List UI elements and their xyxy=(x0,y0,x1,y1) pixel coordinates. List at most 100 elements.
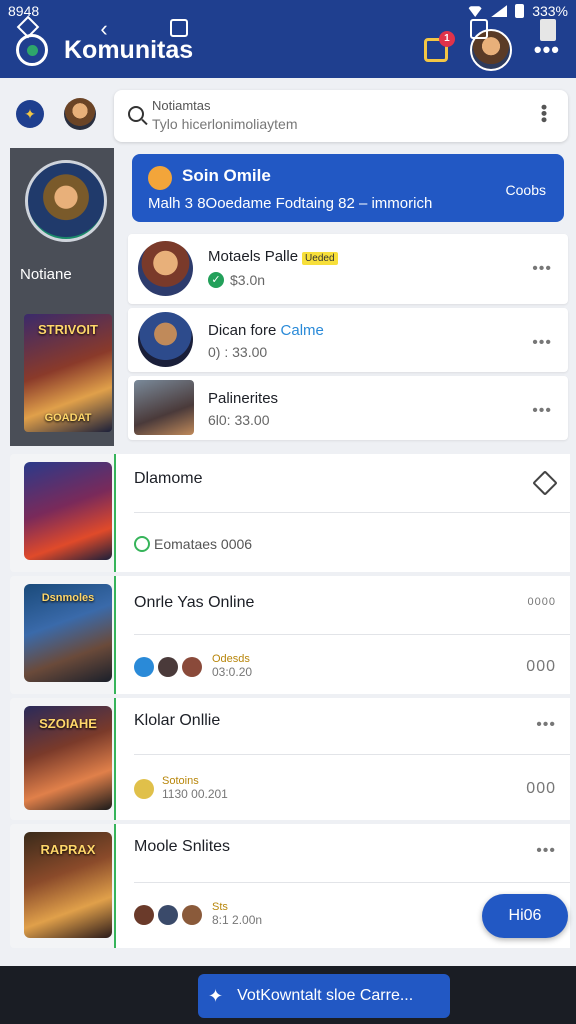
notification-button[interactable]: 1 xyxy=(423,31,455,62)
participant-avatar xyxy=(182,656,202,677)
promo-icon xyxy=(148,166,172,190)
battery-percent: 333% xyxy=(532,3,568,19)
item-title-highlight: Calme xyxy=(280,322,324,339)
row-divider xyxy=(134,882,570,883)
row-cover-image[interactable]: Dsnmoles xyxy=(24,584,112,682)
list-item[interactable]: Palinerites 6l0: 33.00 ••• xyxy=(128,376,568,440)
row-more-icon[interactable]: 000 xyxy=(526,658,556,676)
row-cover-image[interactable] xyxy=(24,462,112,560)
compose-pill-button[interactable]: ✦ VotKowntalt sloe Carre... xyxy=(198,974,450,1018)
featured-badge-image[interactable] xyxy=(25,160,107,242)
item-subtitle: ✓ $3.0n xyxy=(208,272,265,288)
row-right-text: 0000 xyxy=(527,596,556,608)
app-logo-icon xyxy=(16,34,48,66)
table-row[interactable]: Dsnmoles Onrle Yas Online 0000 Odesds 03… xyxy=(10,576,570,694)
row-cover-panel xyxy=(10,454,114,572)
signal-icon xyxy=(491,5,508,17)
status-bar: 8948 333% xyxy=(0,0,576,22)
row-more-icon[interactable]: ••• xyxy=(536,842,556,860)
row-content: Klolar Onllie ••• Sotoins 1130 00.201 00… xyxy=(114,698,570,820)
item-tag: Ueded xyxy=(302,252,338,265)
sparkle-icon: ✦ xyxy=(208,985,224,1006)
row-participants: Sotoins 1130 00.201 xyxy=(134,776,228,801)
battery-icon xyxy=(515,4,525,18)
row-content: Onrle Yas Online 0000 Odesds 03:0.20 000 xyxy=(114,576,570,694)
search-card[interactable]: Notiamtas Tylo hicerlonimoliaytem ••• xyxy=(114,90,568,142)
row-subtitle-text: Eomataes 0006 xyxy=(154,536,253,552)
promo-action-button[interactable]: Coobs xyxy=(506,182,546,198)
item-subtitle: 0) : 33.00 xyxy=(208,344,268,360)
participant-avatar xyxy=(134,778,154,799)
search-more-icon[interactable]: ••• xyxy=(533,104,554,123)
item-title: Dican fore Calme xyxy=(208,322,324,339)
item-more-icon[interactable]: ••• xyxy=(532,260,552,278)
row-divider xyxy=(134,512,570,513)
featured-label: Notiane xyxy=(20,266,72,283)
featured-panel: Notiane STRIVOIT GOADAT xyxy=(10,148,114,446)
row-title: Onrle Yas Online xyxy=(134,594,255,611)
row-more-icon[interactable]: ••• xyxy=(536,716,556,734)
list-item[interactable]: Motaels Palle Ueded ✓ $3.0n ••• xyxy=(128,234,568,304)
cover-title-text: STRIVOIT xyxy=(38,322,98,337)
user-avatar[interactable] xyxy=(64,98,96,130)
search-label: Notiamtas xyxy=(152,98,211,113)
cover-title-text: RAPRAX xyxy=(40,842,96,857)
search-input[interactable]: Tylo hicerlonimoliaytem xyxy=(152,116,298,132)
item-avatar xyxy=(138,312,193,367)
participants-tag: Sotoins xyxy=(162,775,199,787)
check-icon: ✓ xyxy=(208,272,224,288)
item-more-icon[interactable]: ••• xyxy=(532,402,552,420)
table-row[interactable]: SZOIAHE Klolar Onllie ••• Sotoins 1130 0… xyxy=(10,698,570,820)
row-title: Klolar Onllie xyxy=(134,712,221,729)
participant-avatar xyxy=(134,904,154,925)
notification-badge: 1 xyxy=(438,31,455,47)
row-subtitle: Eomataes 0006 xyxy=(134,536,252,552)
participants-sub: 1130 00.201 xyxy=(162,787,228,801)
item-avatar xyxy=(138,241,193,296)
participant-avatar xyxy=(158,656,178,677)
row-more-icon[interactable]: 000 xyxy=(526,780,556,798)
back-icon[interactable]: ‹ xyxy=(94,18,114,40)
participants-tag: Odesds xyxy=(212,653,250,665)
promo-title: Soin Omile xyxy=(182,166,271,185)
cover-title-text: SZOIAHE xyxy=(39,716,97,731)
participants-sub: 03:0.20 xyxy=(212,665,253,679)
row-cover-panel: Dsnmoles xyxy=(10,576,114,694)
participants-tag: Sts xyxy=(212,901,228,913)
participant-avatar xyxy=(182,904,202,925)
clock-icon xyxy=(134,536,150,552)
item-title-text: Motaels Palle xyxy=(208,248,299,265)
item-title: Motaels Palle Ueded xyxy=(208,248,338,265)
bookmark-icon[interactable] xyxy=(540,19,556,41)
row-content: Dlamome Eomataes 0006 xyxy=(114,454,570,572)
participants-sub: 8:1 2.00n xyxy=(212,913,263,927)
participants-info: Odesds 03:0.20 xyxy=(212,653,253,680)
search-icon xyxy=(128,106,144,122)
wifi-icon xyxy=(467,6,484,17)
pin-icon[interactable] xyxy=(532,470,558,496)
row-participants: Odesds 03:0.20 xyxy=(134,654,252,679)
row-divider xyxy=(134,634,570,635)
compose-pill-label: VotKowntalt sloe Carre... xyxy=(237,987,414,1004)
row-cover-image[interactable]: SZOIAHE xyxy=(24,706,112,810)
participants-info: Sotoins 1130 00.201 xyxy=(162,775,228,802)
app-bar: Komunitas 1 ••• xyxy=(0,22,576,78)
list-item[interactable]: Dican fore Calme 0) : 33.00 ••• xyxy=(128,308,568,372)
row-cover-image[interactable]: RAPRAX xyxy=(24,832,112,938)
featured-cover-image[interactable]: STRIVOIT GOADAT xyxy=(24,314,112,432)
status-time: 8948 xyxy=(8,3,40,19)
row-cover-panel: RAPRAX xyxy=(10,824,114,948)
item-more-icon[interactable]: ••• xyxy=(532,334,552,352)
trash-icon[interactable] xyxy=(470,19,488,39)
item-title-text: Dican fore xyxy=(208,322,277,339)
item-price: $3.0n xyxy=(230,272,266,288)
cover-subtitle-text: GOADAT xyxy=(44,412,92,424)
floating-action-button[interactable]: Hi06 xyxy=(482,894,568,938)
tabs-icon[interactable] xyxy=(170,19,188,37)
table-row[interactable]: Dlamome Eomataes 0006 xyxy=(10,454,570,572)
star-icon[interactable]: ✦ xyxy=(16,100,44,128)
cover-title-text: Dsnmoles xyxy=(41,592,95,604)
promo-banner[interactable]: Soin Omile Malh 3 8Ooedame Fodtaing 82 –… xyxy=(132,154,564,222)
row-divider xyxy=(134,754,570,755)
top-row: ✦ Notiamtas Tylo hicerlonimoliaytem ••• xyxy=(0,80,576,148)
